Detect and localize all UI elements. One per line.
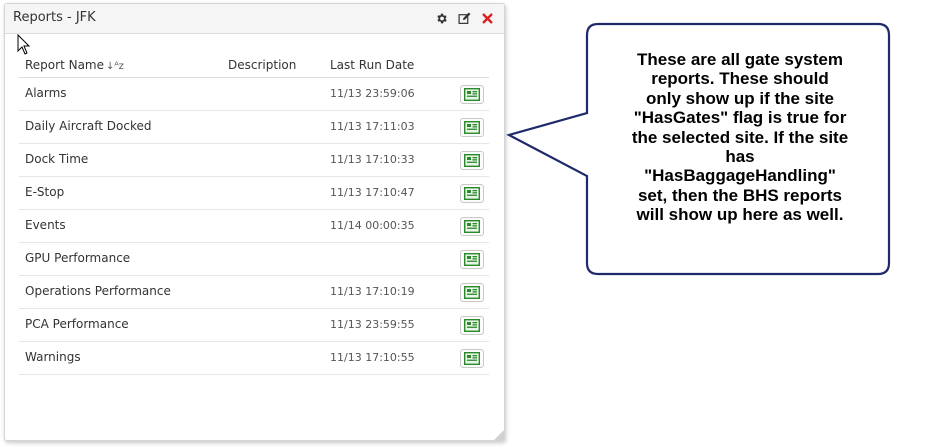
callout-text: These are all gate system reports. These… bbox=[631, 50, 849, 225]
